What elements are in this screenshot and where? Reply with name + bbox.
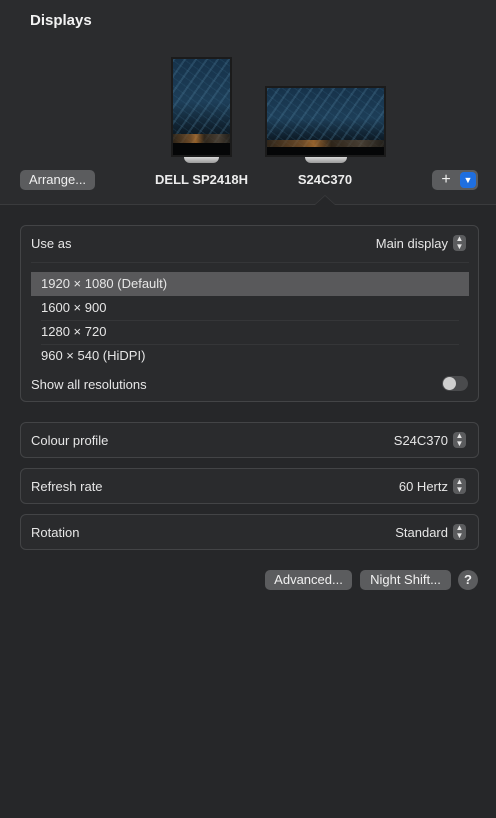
monitor-stand-s24c370 [305, 157, 347, 163]
colour-profile-label: Colour profile [31, 433, 109, 448]
divider [31, 262, 469, 263]
updown-chevron-icon: ▲ ▼ [453, 432, 466, 448]
rotation-popup[interactable]: Standard ▲ ▼ [395, 524, 466, 540]
refresh-rate-label: Refresh rate [31, 479, 103, 494]
use-as-popup[interactable]: Main display ▲ ▼ [376, 235, 466, 251]
use-as-value: Main display [375, 235, 448, 251]
display-arrangement-area: Displays DELL SP2418H S24C370 Arrange...… [0, 0, 496, 205]
advanced-button[interactable]: Advanced... [265, 570, 352, 590]
refresh-rate-popup[interactable]: 60 Hertz ▲ ▼ [399, 478, 466, 494]
colour-profile-popup[interactable]: S24C370 ▲ ▼ [394, 432, 466, 448]
monitor-label-dell: DELL SP2418H [155, 172, 248, 187]
refresh-rate-panel: Refresh rate 60 Hertz ▲ ▼ [20, 468, 479, 504]
night-shift-button[interactable]: Night Shift... [360, 570, 451, 590]
chevron-down-icon[interactable]: ▼ [460, 172, 476, 188]
add-display-control[interactable]: + ▼ [432, 170, 478, 190]
resolution-item[interactable]: 1280 × 720 [31, 320, 469, 344]
rotation-value: Standard [395, 524, 448, 540]
resolution-item[interactable]: 1600 × 900 [31, 296, 469, 320]
resolution-item[interactable]: 1920 × 1080 (Default) [31, 272, 469, 296]
help-button[interactable]: ? [458, 570, 478, 590]
updown-chevron-icon: ▲ ▼ [453, 478, 466, 494]
rotation-panel: Rotation Standard ▲ ▼ [20, 514, 479, 550]
monitor-stand-dell [184, 157, 219, 163]
updown-chevron-icon: ▲ ▼ [453, 524, 466, 540]
rotation-label: Rotation [31, 525, 80, 540]
use-as-label: Use as [31, 236, 72, 251]
colour-profile-value: S24C370 [393, 432, 448, 448]
page-title: Displays [30, 12, 92, 29]
toggle-knob [443, 377, 456, 390]
monitor-thumbnail-dell[interactable] [171, 57, 232, 157]
selection-pointer [315, 196, 335, 205]
colour-profile-panel: Colour profile S24C370 ▲ ▼ [20, 422, 479, 458]
add-display-button[interactable]: + [432, 170, 460, 190]
monitor-thumbnail-s24c370[interactable] [265, 86, 386, 157]
show-all-resolutions-toggle[interactable] [442, 376, 468, 391]
resolution-item[interactable]: 960 × 540 (HiDPI) [31, 344, 469, 368]
show-all-resolutions-label: Show all resolutions [31, 377, 147, 392]
arrange-button[interactable]: Arrange... [20, 170, 95, 190]
monitor-label-s24c370: S24C370 [297, 172, 353, 187]
refresh-rate-value: 60 Hertz [398, 478, 448, 494]
updown-chevron-icon: ▲ ▼ [453, 235, 466, 251]
use-as-panel: Use as Main display ▲ ▼ 1920 × 1080 (Defa… [20, 225, 479, 402]
